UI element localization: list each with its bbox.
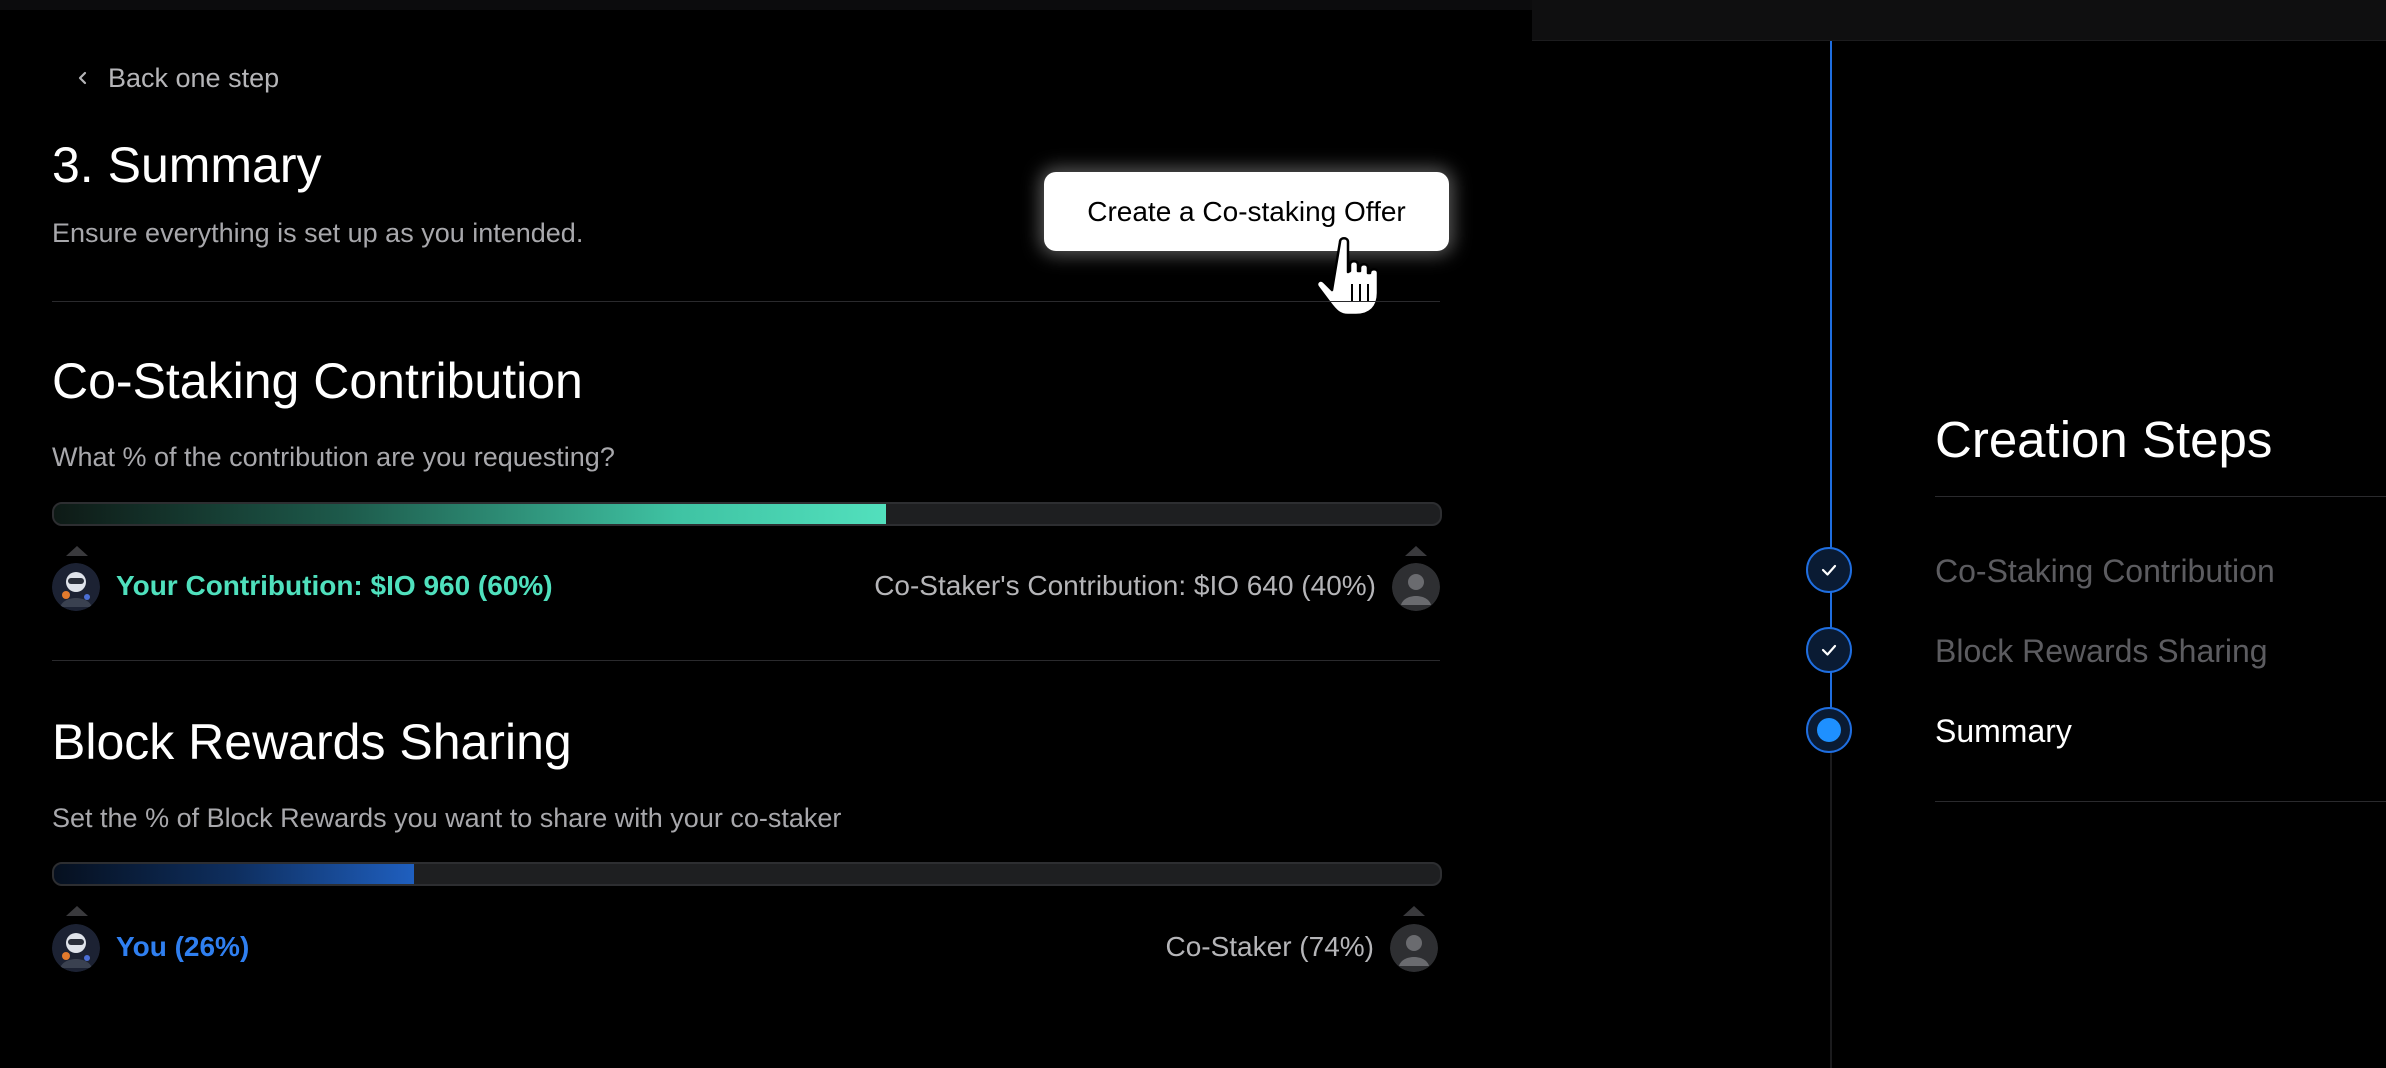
- top-strip: [0, 0, 1532, 10]
- chevron-left-icon: [78, 71, 87, 85]
- back-label: Back one step: [108, 62, 280, 93]
- divider: [1935, 801, 2386, 802]
- your-reward-label: You (26%): [116, 931, 250, 962]
- step-2-label[interactable]: Block Rewards Sharing: [1935, 633, 2268, 670]
- user-avatar: [52, 563, 100, 611]
- step-1-check-icon: [1806, 547, 1852, 593]
- rewards-slider[interactable]: [52, 862, 1442, 886]
- costaker-avatar: [1390, 924, 1438, 972]
- costaker-contribution-label: Co-Staker's Contribution: $IO 640 (40%): [874, 570, 1376, 601]
- step-3-current-icon: [1806, 707, 1852, 753]
- divider: [52, 301, 1440, 302]
- hand-cursor-icon: [1318, 237, 1380, 317]
- contribution-question: What % of the contribution are you reque…: [52, 442, 615, 472]
- divider: [52, 660, 1440, 661]
- step-2-check-icon: [1806, 627, 1852, 673]
- slider-marker-left: [66, 906, 88, 916]
- rewards-fill: [54, 864, 415, 884]
- page-subtitle: Ensure everything is set up as you inten…: [52, 218, 584, 248]
- user-avatar: [52, 924, 100, 972]
- your-contribution-label: Your Contribution: $IO 960 (60%): [116, 570, 553, 601]
- rewards-question: Set the % of Block Rewards you want to s…: [52, 803, 842, 833]
- back-link[interactable]: Back one step: [76, 60, 279, 96]
- slider-marker-left: [66, 546, 88, 556]
- costaker-avatar: [1392, 563, 1440, 611]
- slider-marker-right: [1403, 906, 1425, 916]
- contribution-fill: [54, 504, 886, 524]
- contribution-title: Co-Staking Contribution: [52, 353, 583, 409]
- steps-title: Creation Steps: [1935, 411, 2273, 468]
- costaker-reward-label: Co-Staker (74%): [1165, 931, 1374, 962]
- right-top-bar: [1532, 0, 2386, 41]
- contribution-slider[interactable]: [52, 502, 1442, 526]
- steps-line-remaining: [1830, 731, 1832, 1068]
- slider-marker-right: [1405, 546, 1427, 556]
- page-title: 3. Summary: [52, 137, 322, 193]
- step-3-label[interactable]: Summary: [1935, 713, 2072, 750]
- divider: [1935, 496, 2386, 497]
- rewards-title: Block Rewards Sharing: [52, 714, 572, 770]
- step-1-label[interactable]: Co-Staking Contribution: [1935, 553, 2275, 590]
